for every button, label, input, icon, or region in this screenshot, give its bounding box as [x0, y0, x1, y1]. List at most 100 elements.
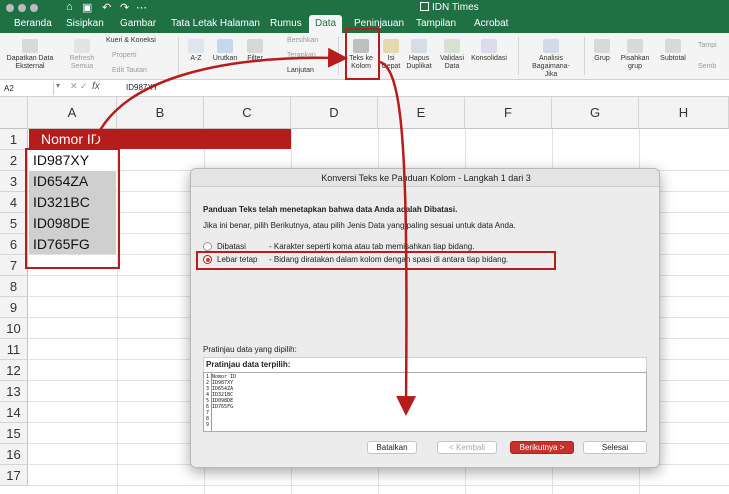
reapply-button[interactable]: Terapkan	[287, 51, 316, 60]
row-header-3[interactable]: 3	[0, 171, 28, 192]
column-header-d[interactable]: D	[291, 97, 378, 129]
tab-tata-letak[interactable]: Tata Letak Halaman	[165, 15, 266, 33]
back-button[interactable]: < Kembali	[437, 441, 497, 454]
tab-gambar[interactable]: Gambar	[114, 15, 162, 33]
tab-sisipkan[interactable]: Sisipkan	[60, 15, 110, 33]
hide-detail-button[interactable]: Semb	[698, 62, 716, 71]
more-icon[interactable]: ⋯	[136, 1, 147, 14]
enter-icon[interactable]: ✓	[80, 81, 88, 92]
zoom-window-button[interactable]	[30, 4, 38, 12]
get-external-data-button[interactable]: Dapatkan Data Eksternal	[4, 39, 56, 71]
tab-acrobat[interactable]: Acrobat	[468, 15, 514, 33]
column-header-a[interactable]: A	[28, 97, 117, 129]
flash-fill-icon	[383, 39, 399, 53]
edit-links-button[interactable]: Edit Tautan	[112, 66, 147, 75]
formula-input[interactable]: ID987XY	[126, 83, 158, 92]
row-header-12[interactable]: 12	[0, 360, 28, 381]
save-icon[interactable]: ▣	[82, 1, 92, 14]
consolidate-button[interactable]: Konsolidasi	[468, 39, 510, 63]
header-cell-a1[interactable]: Nomor ID	[29, 129, 291, 149]
dialog-title: Konversi Teks ke Panduan Kolom - Langkah…	[191, 169, 659, 187]
column-header-e[interactable]: E	[378, 97, 465, 129]
clear-button[interactable]: Bersihkan	[287, 36, 318, 45]
sort-az-button[interactable]: A-Z	[186, 39, 206, 63]
what-if-analysis-button[interactable]: Analisis Bagaimana-Jika	[526, 39, 576, 79]
row-header-1[interactable]: 1	[0, 129, 28, 150]
option-delimited-label: Dibatasi	[217, 242, 246, 251]
annotation-box-data-range	[25, 148, 120, 269]
redo-icon[interactable]: ↷	[120, 1, 129, 14]
sort-az-icon	[188, 39, 204, 53]
ribbon-separator	[178, 37, 179, 75]
group-icon	[594, 39, 610, 53]
radio-delimited[interactable]	[203, 242, 212, 251]
name-box[interactable]: A2	[4, 82, 54, 95]
undo-icon[interactable]: ↶	[102, 1, 111, 14]
tab-tampilan[interactable]: Tampilan	[410, 15, 462, 33]
properties-button[interactable]: Properti	[112, 51, 137, 60]
row-header-17[interactable]: 17	[0, 465, 28, 486]
row-header-6[interactable]: 6	[0, 234, 28, 255]
preview-row: 9	[206, 422, 210, 428]
refresh-all-button[interactable]: Refresh Semua	[62, 39, 102, 71]
tab-rumus[interactable]: Rumus	[264, 15, 308, 33]
tab-beranda[interactable]: Beranda	[8, 15, 58, 33]
column-header-g[interactable]: G	[552, 97, 639, 129]
filter-button[interactable]: Filter	[242, 39, 268, 63]
ribbon-separator	[518, 37, 519, 75]
finish-button[interactable]: Selesai	[583, 441, 647, 454]
row-header-4[interactable]: 4	[0, 192, 28, 213]
cancel-icon[interactable]: ✕	[70, 81, 78, 92]
row-header-10[interactable]: 10	[0, 318, 28, 339]
cancel-button[interactable]: Batalkan	[367, 441, 417, 454]
row-header-2[interactable]: 2	[0, 150, 28, 171]
data-preview[interactable]: 1 Nomor ID 2 ID987XY 3 ID654ZA 4 ID321BC…	[203, 372, 647, 432]
next-button[interactable]: Berikutnya >	[510, 441, 574, 454]
subtotal-icon	[665, 39, 681, 53]
refresh-icon	[74, 39, 90, 53]
row-header-14[interactable]: 14	[0, 402, 28, 423]
ungroup-button[interactable]: Pisahkan grup	[618, 39, 652, 71]
advanced-button[interactable]: Lanjutan	[287, 66, 314, 75]
annotation-box-text-to-columns	[345, 28, 380, 80]
row-header-11[interactable]: 11	[0, 339, 28, 360]
ungroup-icon	[627, 39, 643, 53]
queries-connections-button[interactable]: Kueri & Koneksi	[106, 36, 156, 45]
column-header-h[interactable]: H	[639, 97, 729, 129]
filter-icon	[247, 39, 263, 53]
column-header-f[interactable]: F	[465, 97, 552, 129]
document-icon	[420, 2, 429, 11]
row-header-9[interactable]: 9	[0, 297, 28, 318]
show-detail-button[interactable]: Tampi	[698, 41, 717, 50]
close-window-button[interactable]	[6, 4, 14, 12]
row-header-5[interactable]: 5	[0, 213, 28, 234]
dialog-heading: Panduan Teks telah menetapkan bahwa data…	[203, 205, 458, 214]
data-validation-button[interactable]: Validasi Data	[437, 39, 467, 71]
tab-data[interactable]: Data	[309, 15, 343, 33]
row-header-8[interactable]: 8	[0, 276, 28, 297]
name-box-dropdown-icon[interactable]: ▾	[56, 81, 60, 90]
column-header-c[interactable]: C	[204, 97, 291, 129]
flash-fill-button[interactable]: Isi Cepat	[380, 39, 402, 71]
select-all-corner[interactable]	[0, 97, 28, 129]
row-header-16[interactable]: 16	[0, 444, 28, 465]
column-header-b[interactable]: B	[117, 97, 204, 129]
preview-label: Pratinjau data yang dipilih:	[203, 345, 297, 354]
minimize-window-button[interactable]	[18, 4, 26, 12]
consolidate-icon	[481, 39, 497, 53]
formula-bar: A2 ▾ ✕ ✓ fx ID987XY	[0, 80, 729, 97]
option-delimited-desc: - Karakter seperti koma atau tab memisah…	[269, 242, 475, 251]
preview-header: Pratinjau data terpilih:	[203, 357, 647, 372]
dialog-instructions: Jika ini benar, pilih Berikutnya, atau p…	[203, 221, 516, 230]
remove-duplicates-button[interactable]: Hapus Duplikat	[402, 39, 436, 71]
row-header-13[interactable]: 13	[0, 381, 28, 402]
remove-duplicates-icon	[411, 39, 427, 53]
function-icon[interactable]: fx	[92, 81, 100, 92]
row-header-15[interactable]: 15	[0, 423, 28, 444]
sort-button[interactable]: Urutkan	[210, 39, 240, 63]
home-icon[interactable]: ⌂	[66, 1, 73, 13]
row-header-7[interactable]: 7	[0, 255, 28, 276]
group-button[interactable]: Grup	[590, 39, 614, 63]
sort-icon	[217, 39, 233, 53]
subtotal-button[interactable]: Subtotal	[656, 39, 690, 63]
